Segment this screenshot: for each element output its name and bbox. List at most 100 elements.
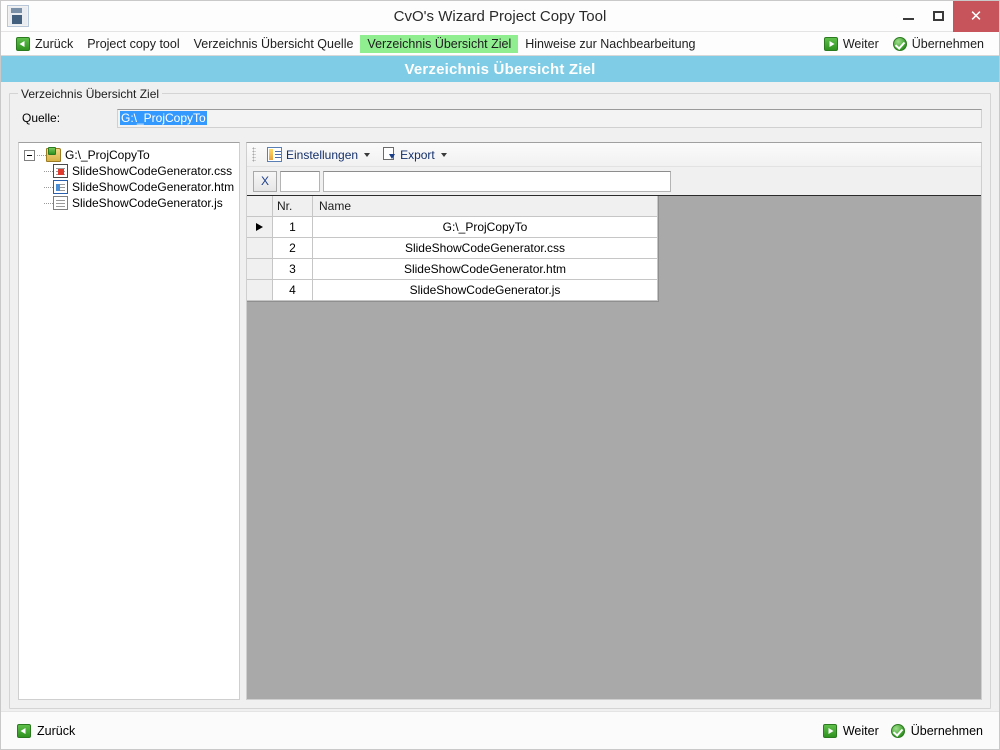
source-input[interactable]: G:\_ProjCopyTo [117,108,982,128]
chevron-down-icon [364,152,371,157]
nav-next-label: Weiter [842,36,879,51]
tree-connector [44,197,53,209]
grid-header-name[interactable]: Name [313,196,658,217]
bottom-apply-button[interactable]: Übernehmen [885,722,989,740]
grid-header-nr[interactable]: Nr. [273,196,313,217]
nav-right-group: Weiter Übernehmen [817,35,991,53]
data-grid-background: Nr. Name 1 G:\_ProjCopyTo 2 SlideShowCod… [247,195,981,699]
arrow-left-icon [17,723,31,738]
nav-apply-button[interactable]: Übernehmen [886,35,991,53]
nav-apply-label: Übernehmen [911,36,984,51]
tree-node-label: SlideShowCodeGenerator.js [72,196,223,210]
window-title: CvO's Wizard Project Copy Tool [393,7,607,25]
tree-connector [44,181,53,193]
check-circle-icon [892,36,907,51]
window-controls: ✕ [893,0,999,32]
content-area: Verzeichnis Übersicht Ziel Quelle: G:\_P… [1,87,999,711]
close-button[interactable]: ✕ [953,0,999,32]
cell-nr: 2 [273,238,313,259]
cell-nr: 3 [273,259,313,280]
source-row: Quelle: G:\_ProjCopyTo [22,108,982,128]
nav-next-button[interactable]: Weiter [817,35,886,53]
grid-header-selector [247,196,273,217]
title-bar: CvO's Wizard Project Copy Tool ✕ [1,0,999,32]
groupbox-verzeichnis-uebersicht-ziel: Verzeichnis Übersicht Ziel Quelle: G:\_P… [9,87,991,709]
maximize-icon [932,11,944,21]
settings-list-icon [267,147,282,162]
nav-tab-label: Verzeichnis Übersicht Quelle [193,36,354,51]
source-label: Quelle: [22,111,61,125]
page-title-banner: Verzeichnis Übersicht Ziel [1,56,999,82]
nav-tab-verzeichnis-uebersicht-quelle[interactable]: Verzeichnis Übersicht Quelle [187,35,361,53]
check-circle-icon [890,723,905,738]
collapse-icon[interactable] [24,149,35,161]
app-icon [7,5,29,27]
js-file-icon [53,196,68,210]
nav-tab-label: Verzeichnis Übersicht Ziel [367,36,512,51]
nav-tab-verzeichnis-uebersicht-ziel[interactable]: Verzeichnis Übersicht Ziel [360,34,519,53]
filter-search-input[interactable] [323,170,671,192]
maximize-button[interactable] [923,1,953,32]
application-window: CvO's Wizard Project Copy Tool ✕ Zurück … [0,0,1000,750]
nav-tab-project-copy-tool[interactable]: Project copy tool [80,35,186,53]
bottom-apply-label: Übernehmen [910,723,983,738]
tree-connector [44,165,53,177]
grid-toolstrip: Einstellungen Export [247,143,981,167]
table-row[interactable]: 4 SlideShowCodeGenerator.js [247,280,658,301]
htm-file-icon [53,180,68,194]
directory-tree-view[interactable]: G:\_ProjCopyTo SlideShowCodeGenerator.cs… [18,142,240,700]
toolstrip-grip[interactable] [252,147,256,162]
tree-node-htm[interactable]: SlideShowCodeGenerator.htm [22,179,236,195]
arrow-right-icon [823,36,838,51]
table-row[interactable]: 2 SlideShowCodeGenerator.css [247,238,658,259]
settings-menu-button[interactable]: Einstellungen [263,145,374,164]
bottom-back-button[interactable]: Zurück [11,722,81,740]
row-selector[interactable] [247,280,273,301]
cell-name: SlideShowCodeGenerator.js [313,280,658,301]
cell-nr: 4 [273,280,313,301]
bottom-navigation-bar: Zurück Weiter Übernehmen [1,711,999,749]
cell-nr: 1 [273,217,313,238]
nav-back-button[interactable]: Zurück [9,35,80,53]
folder-open-icon [46,147,61,162]
grid-header-row: Nr. Name [247,196,658,217]
tree-node-label: SlideShowCodeGenerator.css [72,164,233,178]
row-selector[interactable] [247,217,273,238]
bottom-next-label: Weiter [842,723,879,738]
tree-node-label: G:\_ProjCopyTo [65,148,150,162]
nav-tab-hinweise-zur-nachbearbeitung[interactable]: Hinweise zur Nachbearbeitung [518,35,702,53]
export-menu-button[interactable]: Export [378,145,451,164]
grid-pane: Einstellungen Export X Nr. Name 1 G:\_Pr… [246,142,982,700]
arrow-right-icon [822,723,837,738]
bottom-right-group: Weiter Übernehmen [817,722,989,740]
cell-name: G:\_ProjCopyTo [313,217,658,238]
table-row[interactable]: 1 G:\_ProjCopyTo [247,217,658,238]
tree-node-root[interactable]: G:\_ProjCopyTo [22,147,236,163]
chevron-down-icon [440,152,447,157]
cell-name: SlideShowCodeGenerator.htm [313,259,658,280]
minimize-button[interactable] [893,1,923,32]
tree-node-css[interactable]: SlideShowCodeGenerator.css [22,163,236,179]
bottom-next-button[interactable]: Weiter [817,722,885,740]
nav-tab-label: Hinweise zur Nachbearbeitung [525,36,696,51]
clear-filter-button[interactable]: X [253,170,277,192]
table-row[interactable]: 3 SlideShowCodeGenerator.htm [247,259,658,280]
tree-node-label: SlideShowCodeGenerator.htm [72,180,235,194]
css-file-icon [53,164,68,178]
tree-node-js[interactable]: SlideShowCodeGenerator.js [22,195,236,211]
minimize-icon [902,18,914,20]
row-selector[interactable] [247,238,273,259]
nav-tab-label: Project copy tool [87,36,180,51]
data-grid[interactable]: Nr. Name 1 G:\_ProjCopyTo 2 SlideShowCod… [247,196,659,302]
filter-row: X [247,167,981,195]
tree-connector [37,149,46,161]
export-document-icon [382,147,396,162]
bottom-back-label: Zurück [37,723,76,738]
filter-column-input[interactable] [280,170,320,192]
row-selector[interactable] [247,259,273,280]
export-label: Export [400,147,435,162]
app-icon-glyph [9,7,27,25]
split-panes: G:\_ProjCopyTo SlideShowCodeGenerator.cs… [18,142,982,700]
wizard-navigation-bar: Zurück Project copy tool Verzeichnis Übe… [1,32,999,56]
settings-label: Einstellungen [286,147,359,162]
